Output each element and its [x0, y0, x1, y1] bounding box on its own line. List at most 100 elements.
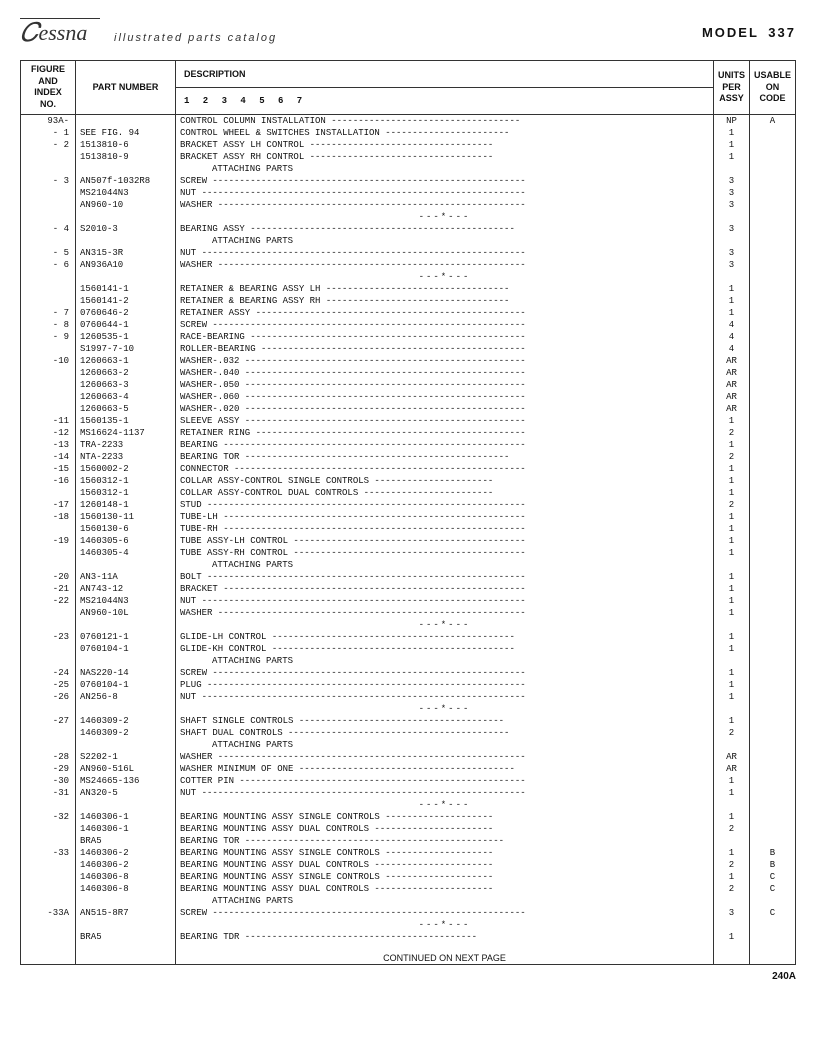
cell-part: AN3-11A — [76, 571, 176, 583]
cell-figure — [21, 523, 76, 535]
cell-description: GLIDE-LH CONTROL -----------------------… — [176, 631, 714, 643]
cell-units — [713, 271, 749, 283]
table-row: -191460305-6TUBE ASSY-LH CONTROL -------… — [21, 535, 796, 547]
col-header-part: PART NUMBER — [76, 61, 176, 115]
cell-description: TUBE-RH --------------------------------… — [176, 523, 714, 535]
table-row: 1513810-9BRACKET ASSY RH CONTROL -------… — [21, 151, 796, 163]
table-body: 93A-CONTROL COLUMN INSTALLATION --------… — [21, 114, 796, 964]
cell-usable — [749, 703, 795, 715]
cell-figure: -23 — [21, 631, 76, 643]
cell-units: 1 — [713, 691, 749, 703]
cell-description: WASHER ---------------------------------… — [176, 751, 714, 763]
cell-usable — [749, 571, 795, 583]
cell-part: 1260663-3 — [76, 379, 176, 391]
cell-part: MS21044N3 — [76, 187, 176, 199]
cell-figure — [21, 211, 76, 223]
cell-figure: -32 — [21, 811, 76, 823]
cell-figure: -24 — [21, 667, 76, 679]
cell-units: 2 — [713, 883, 749, 895]
cell-description: COTTER PIN -----------------------------… — [176, 775, 714, 787]
table-row: - 70760646-2RETAINER ASSY --------------… — [21, 307, 796, 319]
cell-description: PLUG -----------------------------------… — [176, 679, 714, 691]
cell-units: 4 — [713, 343, 749, 355]
cell-description: BRACKET ASSY RH CONTROL ----------------… — [176, 151, 714, 163]
cell-units: NP — [713, 114, 749, 127]
cell-figure — [21, 379, 76, 391]
table-row: -29AN960-516LWASHER MINIMUM OF ONE -----… — [21, 763, 796, 775]
table-row: ATTACHING PARTS — [21, 739, 796, 751]
cell-units — [713, 163, 749, 175]
cell-units: 4 — [713, 331, 749, 343]
cell-description: ATTACHING PARTS — [176, 235, 714, 247]
cell-usable — [749, 655, 795, 667]
cell-part — [76, 235, 176, 247]
cell-description: RACE-BEARING ---------------------------… — [176, 331, 714, 343]
cell-description: ATTACHING PARTS — [176, 739, 714, 751]
cell-description: ---*--- — [176, 799, 714, 811]
cell-part: NTA-2233 — [76, 451, 176, 463]
table-row: -151560002-2CONNECTOR ------------------… — [21, 463, 796, 475]
cell-usable — [749, 487, 795, 499]
table-row: - 1SEE FIG. 94CONTROL WHEEL & SWITCHES I… — [21, 127, 796, 139]
cell-part: 1560130-11 — [76, 511, 176, 523]
cell-units: 3 — [713, 247, 749, 259]
cell-figure — [21, 343, 76, 355]
parts-table: FIGUREANDINDEXNO. PART NUMBER DESCRIPTIO… — [20, 60, 796, 965]
cell-part — [76, 271, 176, 283]
table-row: -21AN743-12BRACKET ---------------------… — [21, 583, 796, 595]
cell-description: RETAINER & BEARING ASSY LH -------------… — [176, 283, 714, 295]
cell-units: 2 — [713, 823, 749, 835]
cell-figure — [21, 727, 76, 739]
cell-figure: -17 — [21, 499, 76, 511]
table-row: 1260663-5WASHER-.020 -------------------… — [21, 403, 796, 415]
cell-figure — [21, 403, 76, 415]
cell-usable — [749, 175, 795, 187]
cell-description: WASHER-.020 ----------------------------… — [176, 403, 714, 415]
cell-description: WASHER ---------------------------------… — [176, 607, 714, 619]
model-number: 337 — [768, 25, 796, 40]
table-row: -111560135-1SLEEVE ASSY ----------------… — [21, 415, 796, 427]
cell-usable — [749, 631, 795, 643]
cell-part: 1460306-1 — [76, 823, 176, 835]
cell-figure — [21, 487, 76, 499]
cell-usable: C — [749, 907, 795, 919]
cell-description: BEARING MOUNTING ASSY DUAL CONTROLS ----… — [176, 859, 714, 871]
cell-figure: - 5 — [21, 247, 76, 259]
cell-usable — [749, 775, 795, 787]
cell-figure — [21, 283, 76, 295]
table-row: -26AN256-8NUT --------------------------… — [21, 691, 796, 703]
col-header-desc: DESCRIPTION — [176, 61, 714, 88]
cell-units: 1 — [713, 439, 749, 451]
cell-description: ATTACHING PARTS — [176, 163, 714, 175]
cell-part: NAS220-14 — [76, 667, 176, 679]
cell-figure — [21, 883, 76, 895]
cell-description: ATTACHING PARTS — [176, 559, 714, 571]
cell-figure: - 8 — [21, 319, 76, 331]
cell-units: 1 — [713, 931, 749, 943]
cell-description: ---*--- — [176, 619, 714, 631]
table-row: -30MS24665-136COTTER PIN ---------------… — [21, 775, 796, 787]
table-row: S1997-7-10ROLLER-BEARING ---------------… — [21, 343, 796, 355]
table-row: -20AN3-11ABOLT -------------------------… — [21, 571, 796, 583]
cell-usable — [749, 259, 795, 271]
cell-part: AN936A10 — [76, 259, 176, 271]
cell-units — [713, 945, 749, 965]
cell-figure — [21, 655, 76, 667]
cell-units: 1 — [713, 523, 749, 535]
cell-part: S2010-3 — [76, 223, 176, 235]
cell-units: 3 — [713, 259, 749, 271]
page-number: 240A — [772, 971, 796, 982]
cell-description: CONTINUED ON NEXT PAGE — [176, 945, 714, 965]
table-row: -13TRA-2233BEARING ---------------------… — [21, 439, 796, 451]
cell-units: AR — [713, 763, 749, 775]
table-row: -181560130-11TUBE-LH -------------------… — [21, 511, 796, 523]
cell-units: 1 — [713, 595, 749, 607]
cell-units: 2 — [713, 499, 749, 511]
cell-figure — [21, 187, 76, 199]
cell-usable — [749, 499, 795, 511]
cell-figure — [21, 859, 76, 871]
cell-figure: - 4 — [21, 223, 76, 235]
cell-usable — [749, 427, 795, 439]
cell-part: S1997-7-10 — [76, 343, 176, 355]
cell-figure: - 6 — [21, 259, 76, 271]
